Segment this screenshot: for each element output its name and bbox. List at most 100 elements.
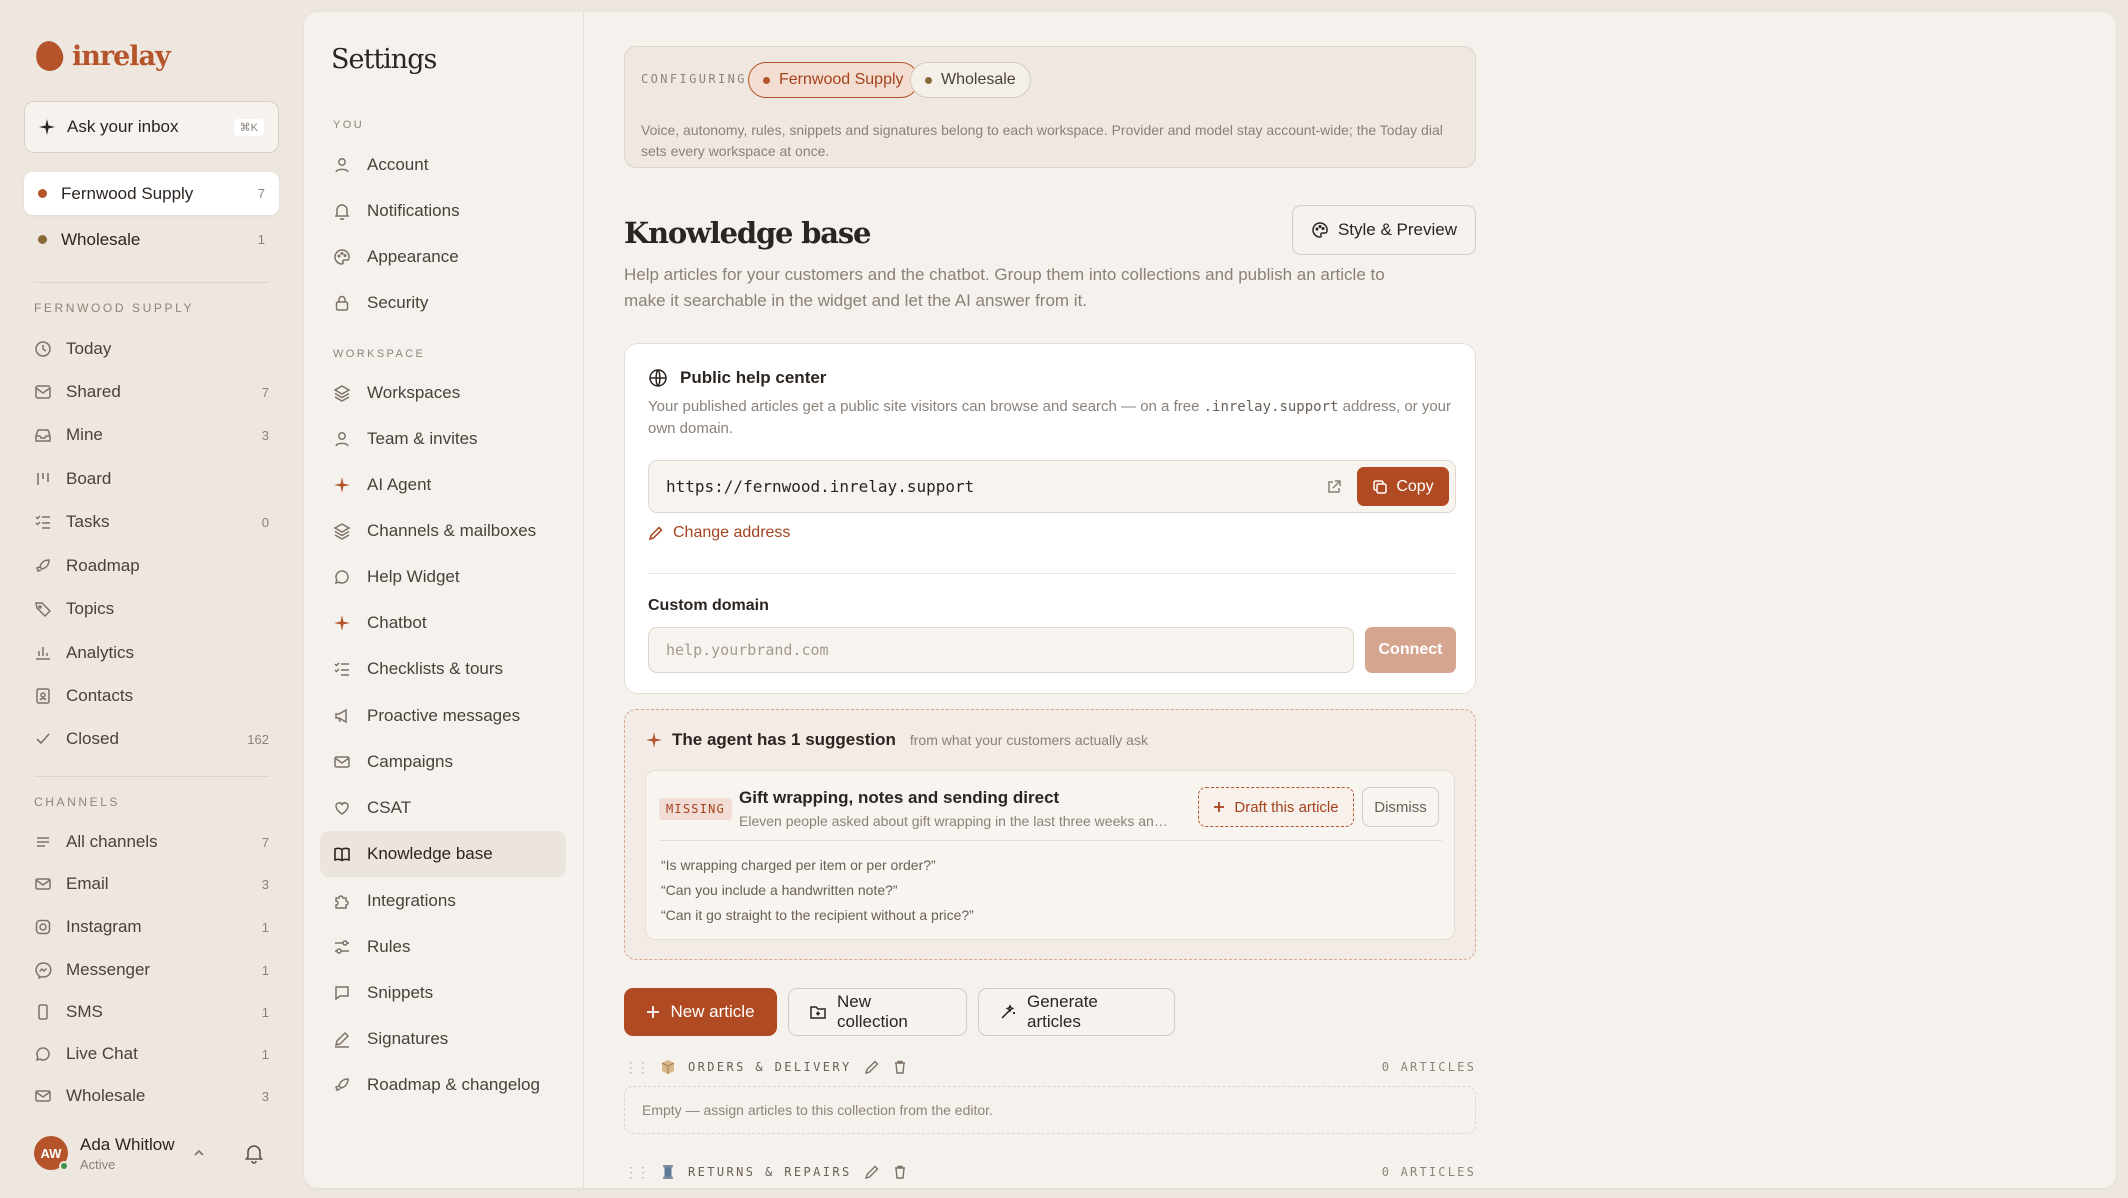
channel-item-all[interactable]: All channels 7 [24, 824, 279, 860]
folder-plus-icon [809, 1003, 827, 1021]
nav-item-tasks[interactable]: Tasks 0 [24, 504, 279, 540]
page-title: Knowledge base [624, 216, 871, 250]
channel-item-email[interactable]: Email 3 [24, 866, 279, 902]
new-article-button[interactable]: New article [624, 988, 777, 1036]
draft-article-button[interactable]: Draft this article [1198, 787, 1354, 827]
collection-name: ORDERS & DELIVERY [688, 1060, 852, 1074]
channel-item-livechat[interactable]: Live Chat 1 [24, 1036, 279, 1072]
channel-item-instagram[interactable]: Instagram 1 [24, 909, 279, 945]
copy-button[interactable]: Copy [1357, 467, 1449, 506]
generate-articles-button[interactable]: Generate articles [978, 988, 1175, 1036]
nav-label: Today [66, 339, 112, 358]
bar-chart-icon [34, 644, 52, 662]
channel-item-messenger[interactable]: Messenger 1 [24, 952, 279, 988]
workspace-count: 1 [257, 232, 265, 247]
workspace-chip-fernwood[interactable]: Fernwood Supply [748, 62, 919, 98]
settings-item-label: CSAT [367, 798, 412, 817]
ask-inbox-button[interactable]: Ask your inbox ⌘K [24, 101, 279, 153]
help-center-url-field[interactable]: https://fernwood.inrelay.support Copy [648, 460, 1456, 513]
tag-icon [34, 600, 52, 618]
settings-item-checklists[interactable]: Checklists & tours [320, 646, 566, 692]
chevron-up-icon[interactable] [192, 1146, 206, 1160]
chat-icon [332, 567, 352, 587]
nav-item-closed[interactable]: Closed 162 [24, 721, 279, 757]
settings-item-security[interactable]: Security [320, 280, 566, 326]
nav-label: Board [66, 469, 112, 488]
brand-name: inrelay [72, 40, 171, 72]
dismiss-button[interactable]: Dismiss [1362, 787, 1439, 827]
pencil-icon[interactable] [864, 1059, 880, 1075]
you-section-label: YOU [333, 119, 365, 131]
book-icon [332, 844, 352, 864]
settings-item-signatures[interactable]: Signatures [320, 1016, 566, 1062]
megaphone-icon [332, 706, 352, 726]
settings-item-snippets[interactable]: Snippets [320, 970, 566, 1016]
settings-item-campaigns[interactable]: Campaigns [320, 739, 566, 785]
drag-handle-icon[interactable]: ⋮⋮ [624, 1059, 650, 1076]
trash-icon[interactable] [892, 1059, 908, 1075]
pencil-icon [648, 525, 664, 541]
settings-item-rules[interactable]: Rules [320, 924, 566, 970]
brand-logo[interactable]: inrelay [33, 38, 171, 74]
settings-item-knowledge-base[interactable]: Knowledge base [320, 831, 566, 877]
settings-item-team[interactable]: Team & invites [320, 416, 566, 462]
style-preview-button[interactable]: Style & Preview [1292, 205, 1476, 255]
channel-item-wholesale[interactable]: Wholesale 3 [24, 1078, 279, 1114]
workspace-name: Wholesale [61, 229, 141, 249]
nav-item-mine[interactable]: Mine 3 [24, 417, 279, 453]
sliders-icon [332, 937, 352, 957]
rocket-icon [332, 1075, 352, 1095]
nav-item-roadmap[interactable]: Roadmap [24, 548, 279, 584]
channel-count: 7 [261, 834, 269, 850]
help-center-url[interactable]: https://fernwood.inrelay.support [666, 477, 974, 496]
chip-label: Wholesale [941, 71, 1016, 88]
nav-count: 162 [247, 731, 269, 747]
workspace-count: 7 [257, 186, 265, 201]
change-address-link[interactable]: Change address [648, 524, 790, 542]
workspace-chip-wholesale[interactable]: Wholesale [910, 62, 1031, 98]
settings-item-channels[interactable]: Channels & mailboxes [320, 508, 566, 554]
settings-item-csat[interactable]: CSAT [320, 785, 566, 831]
settings-item-roadmap[interactable]: Roadmap & changelog [320, 1062, 566, 1108]
nav-item-analytics[interactable]: Analytics [24, 635, 279, 671]
drag-handle-icon[interactable]: ⋮⋮ [624, 1164, 650, 1181]
collection-article-count: 0 ARTICLES [1381, 1060, 1476, 1074]
workspace-dot [38, 189, 47, 198]
settings-item-proactive[interactable]: Proactive messages [320, 693, 566, 739]
nav-item-board[interactable]: Board [24, 461, 279, 497]
settings-item-workspaces[interactable]: Workspaces [320, 370, 566, 416]
settings-item-appearance[interactable]: Appearance [320, 234, 566, 280]
nav-item-shared[interactable]: Shared 7 [24, 374, 279, 410]
settings-item-help-widget[interactable]: Help Widget [320, 554, 566, 600]
trash-icon[interactable] [892, 1164, 908, 1180]
suggestion-heading: The agent has 1 suggestion from what you… [646, 730, 1148, 750]
collection-article-count: 0 ARTICLES [1381, 1165, 1476, 1179]
channel-item-sms[interactable]: SMS 1 [24, 994, 279, 1030]
pencil-icon[interactable] [864, 1164, 880, 1180]
external-link-icon[interactable] [1325, 478, 1343, 496]
user-profile[interactable]: AW Ada Whitlow Active [34, 1128, 279, 1178]
nav-item-contacts[interactable]: Contacts [24, 678, 279, 714]
mail-icon [332, 752, 352, 772]
settings-item-chatbot[interactable]: Chatbot [320, 600, 566, 646]
settings-item-notifications[interactable]: Notifications [320, 188, 566, 234]
workspace-item-wholesale[interactable]: Wholesale 1 [24, 218, 279, 261]
channel-label: Email [66, 874, 109, 893]
nav-item-topics[interactable]: Topics [24, 591, 279, 627]
settings-item-integrations[interactable]: Integrations [320, 878, 566, 924]
settings-item-label: Appearance [367, 247, 459, 266]
connect-button[interactable]: Connect [1365, 627, 1456, 673]
new-collection-button[interactable]: New collection [788, 988, 967, 1036]
bell-icon[interactable] [243, 1142, 265, 1164]
app-sidebar: inrelay Ask your inbox ⌘K Fernwood Suppl… [0, 0, 303, 1198]
status-dot [59, 1161, 69, 1171]
clock-icon [34, 340, 52, 358]
settings-item-ai-agent[interactable]: AI Agent [320, 462, 566, 508]
help-center-title: Public help center [680, 368, 827, 387]
channel-count: 3 [261, 1088, 269, 1104]
workspace-item-fernwood[interactable]: Fernwood Supply 7 [24, 172, 279, 215]
channel-label: SMS [66, 1002, 103, 1021]
nav-item-today[interactable]: Today [24, 331, 279, 367]
settings-item-account[interactable]: Account [320, 142, 566, 188]
custom-domain-input[interactable] [648, 627, 1354, 673]
